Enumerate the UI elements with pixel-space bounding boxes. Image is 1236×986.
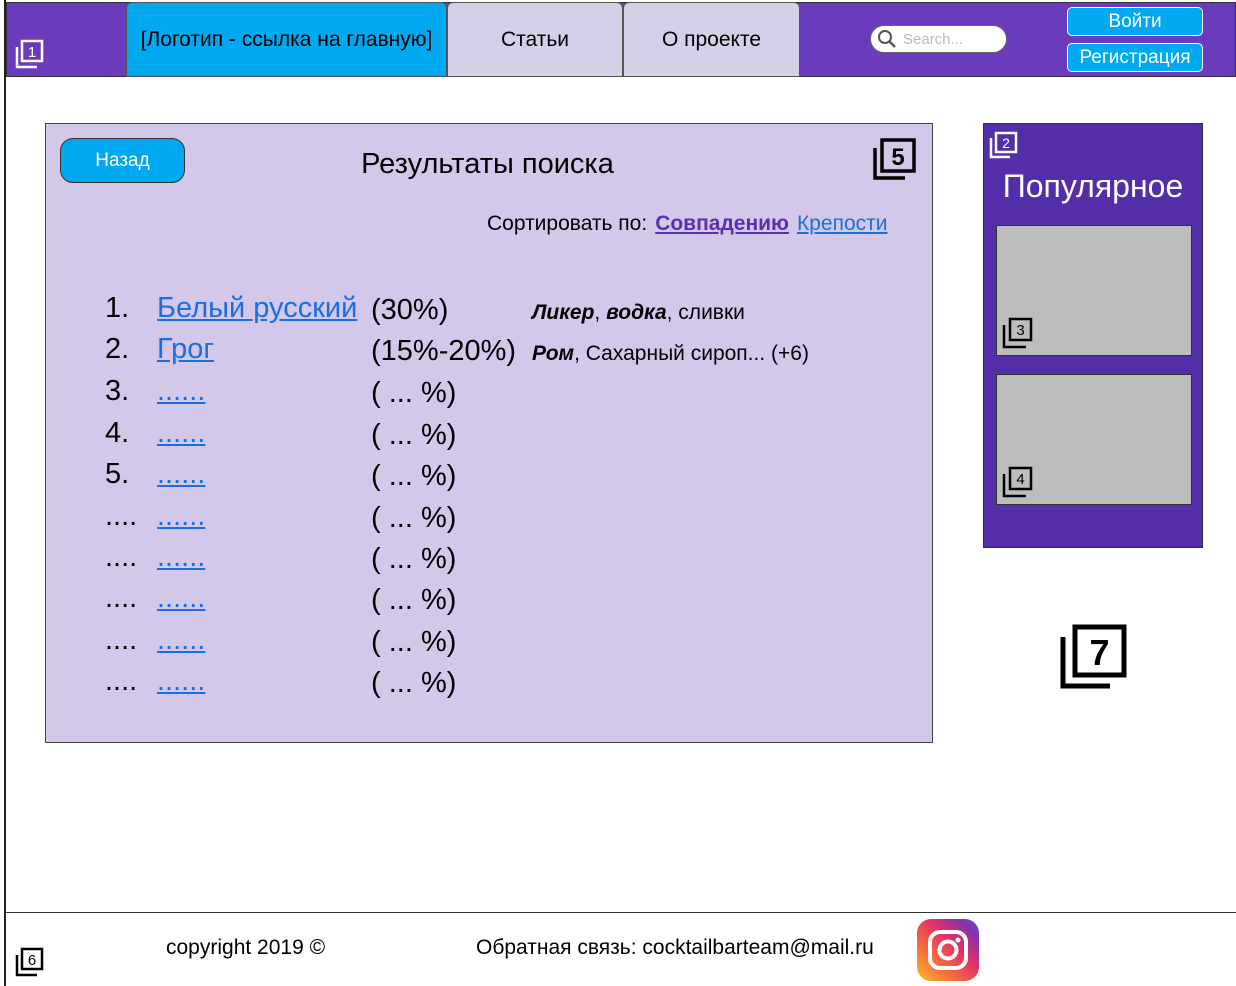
marker-4-number: 4 bbox=[1016, 471, 1024, 488]
login-button[interactable]: Войти bbox=[1067, 7, 1203, 36]
result-strength: ( ... %) bbox=[371, 377, 457, 409]
result-cocktail-link[interactable]: ...... bbox=[157, 417, 205, 450]
result-cocktail-link[interactable]: Белый русский bbox=[157, 292, 357, 325]
result-strength: ( ... %) bbox=[371, 460, 457, 492]
section-marker-2-icon: 2 bbox=[988, 130, 1020, 160]
result-cocktail-link[interactable]: ...... bbox=[157, 665, 205, 698]
marker-6-number: 6 bbox=[28, 952, 36, 969]
marker-1-number: 1 bbox=[28, 44, 36, 61]
tab-logo-label: [Логотип - ссылка на главную] bbox=[140, 27, 433, 51]
result-cocktail-link[interactable]: ...... bbox=[157, 624, 205, 657]
result-number: .... bbox=[105, 500, 138, 532]
sort-controls: Сортировать по: Совпадению Крепости bbox=[487, 212, 888, 236]
ingredient-main: Ром bbox=[532, 342, 575, 365]
result-strength: ( ... %) bbox=[371, 419, 457, 451]
left-frame-border bbox=[0, 0, 6, 986]
result-strength: ( ... %) bbox=[371, 543, 457, 575]
section-marker-5-icon: 5 bbox=[871, 136, 919, 182]
register-button-label: Регистрация bbox=[1079, 46, 1191, 68]
sort-by-match-link[interactable]: Совпадению bbox=[655, 212, 789, 236]
section-marker-1-icon: 1 bbox=[14, 38, 46, 70]
popular-card[interactable]: 4 bbox=[996, 374, 1192, 505]
search-box[interactable] bbox=[870, 25, 1007, 53]
result-number: 2. bbox=[105, 333, 130, 365]
register-button[interactable]: Регистрация bbox=[1067, 43, 1203, 72]
result-number: .... bbox=[105, 624, 138, 656]
result-number: .... bbox=[105, 582, 138, 614]
tab-articles-label: Статьи bbox=[500, 27, 570, 51]
ingredient-text: , сливки bbox=[666, 301, 745, 324]
section-marker-4-icon: 4 bbox=[1001, 465, 1035, 499]
result-number: 4. bbox=[105, 417, 130, 449]
popular-card[interactable]: 3 bbox=[996, 225, 1192, 356]
ingredient-main: Ликер bbox=[532, 301, 595, 324]
search-icon bbox=[878, 30, 896, 48]
result-cocktail-link[interactable]: ...... bbox=[157, 582, 205, 615]
marker-7-number: 7 bbox=[1089, 632, 1109, 673]
instagram-icon[interactable] bbox=[917, 919, 979, 981]
tab-about[interactable]: О проекте bbox=[623, 2, 800, 77]
section-marker-6-icon: 6 bbox=[14, 946, 46, 978]
sort-label: Сортировать по: bbox=[487, 212, 648, 235]
result-ingredients: Ром, Сахарный сироп... (+6) bbox=[532, 342, 809, 366]
result-cocktail-link[interactable]: ...... bbox=[157, 375, 205, 408]
sort-by-strength-link[interactable]: Крепости bbox=[797, 212, 888, 236]
result-number: 1. bbox=[105, 292, 130, 324]
result-number: 3. bbox=[105, 375, 130, 407]
search-input[interactable] bbox=[901, 29, 1005, 49]
result-strength: ( ... %) bbox=[371, 667, 457, 699]
ingredient-text: , bbox=[594, 301, 607, 324]
tab-articles[interactable]: Статьи bbox=[447, 2, 623, 77]
result-number: .... bbox=[105, 665, 138, 697]
login-button-label: Войти bbox=[1108, 10, 1162, 32]
result-number: 5. bbox=[105, 458, 130, 490]
result-cocktail-link[interactable]: ...... bbox=[157, 500, 205, 533]
result-cocktail-link[interactable]: ...... bbox=[157, 541, 205, 574]
marker-2-number: 2 bbox=[1002, 135, 1010, 151]
tab-about-label: О проекте bbox=[661, 27, 762, 51]
result-strength: (15%-20%) bbox=[371, 335, 517, 367]
copyright-text: copyright 2019 © bbox=[166, 936, 326, 959]
result-strength: ( ... %) bbox=[371, 502, 457, 534]
marker-3-number: 3 bbox=[1016, 322, 1024, 339]
tab-logo-home-link[interactable]: [Логотип - ссылка на главную] bbox=[126, 2, 447, 77]
result-cocktail-link[interactable]: Грог bbox=[157, 333, 214, 366]
result-ingredients: Ликер, водка, сливки bbox=[532, 301, 745, 325]
ingredient-text: , Сахарный сироп... (+6) bbox=[574, 342, 809, 365]
result-number: .... bbox=[105, 541, 138, 573]
marker-5-number: 5 bbox=[891, 144, 904, 171]
section-marker-3-icon: 3 bbox=[1001, 316, 1035, 350]
feedback-contact[interactable]: Обратная связь: cocktailbarteam@mail.ru bbox=[476, 936, 874, 960]
section-marker-7-icon: 7 bbox=[1058, 622, 1130, 692]
back-button[interactable]: Назад bbox=[60, 138, 185, 183]
back-button-label: Назад bbox=[95, 149, 150, 171]
popular-title: Популярное bbox=[1002, 168, 1184, 204]
result-cocktail-link[interactable]: ...... bbox=[157, 458, 205, 491]
result-strength: ( ... %) bbox=[371, 626, 457, 658]
ingredient-main: водка bbox=[606, 301, 667, 324]
page-title: Результаты поиска bbox=[361, 148, 614, 180]
result-strength: ( ... %) bbox=[371, 584, 457, 616]
result-strength: (30%) bbox=[371, 294, 449, 326]
